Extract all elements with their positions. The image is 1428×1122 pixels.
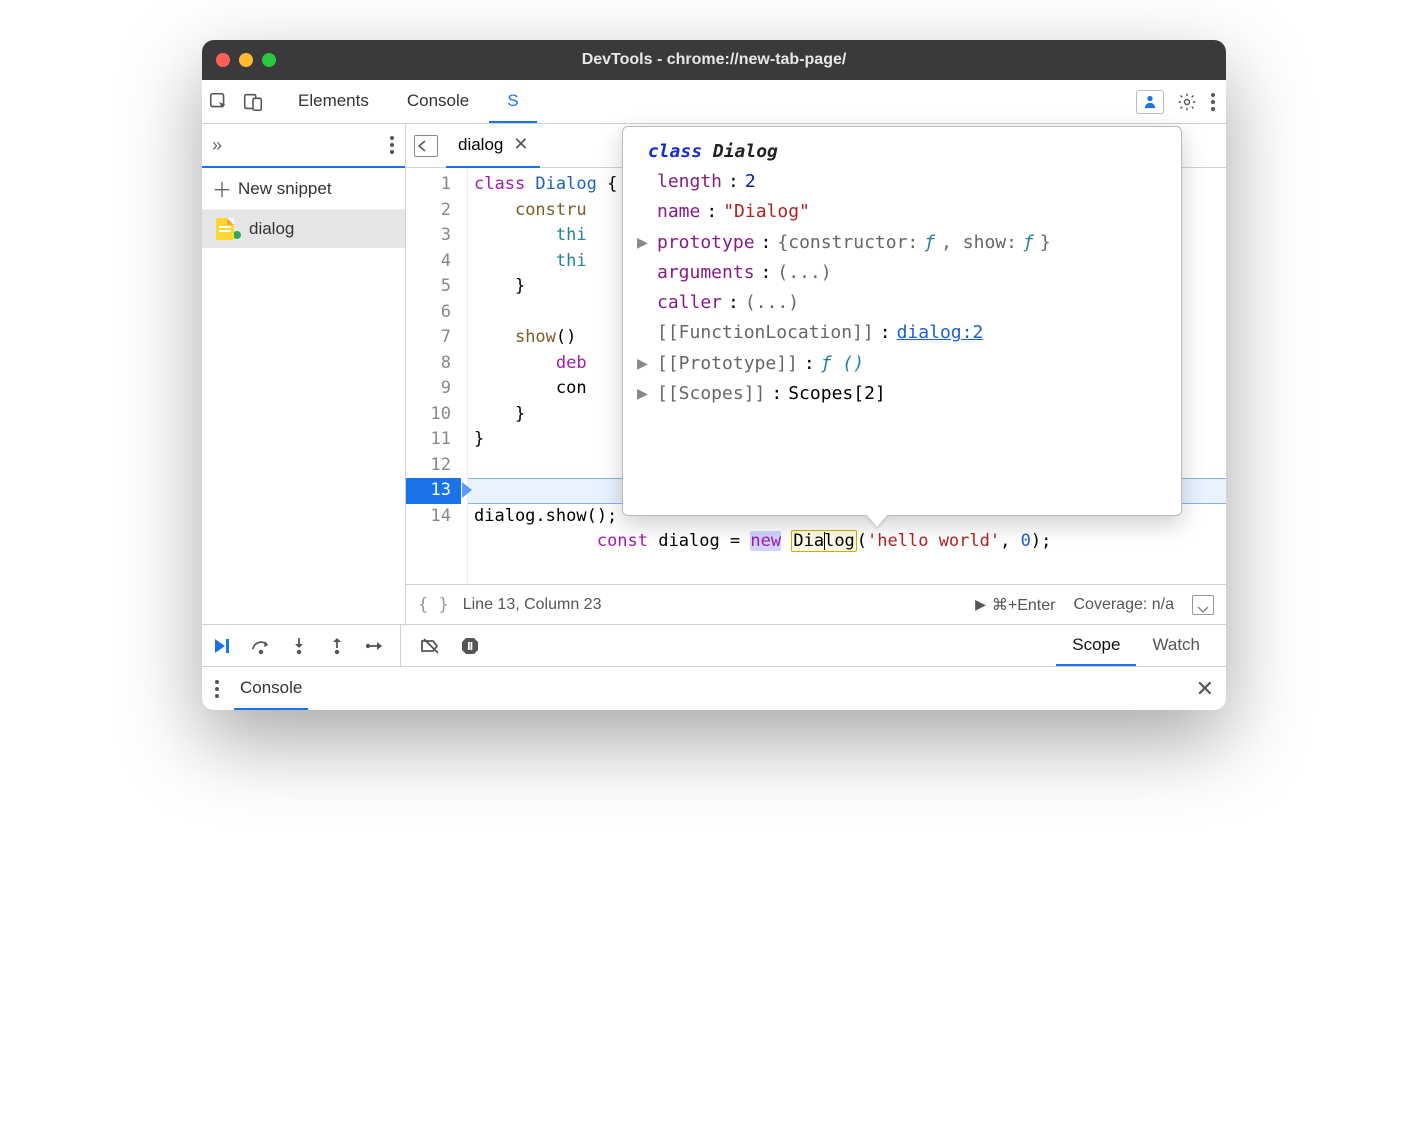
debugger-toolbar: Scope Watch: [202, 624, 1226, 666]
step-out-icon[interactable]: [326, 637, 348, 655]
close-tab-icon[interactable]: ✕: [513, 134, 528, 155]
object-preview-tooltip: class Dialog length: 2 name: "Dialog" ▶p…: [622, 126, 1182, 516]
expand-icon[interactable]: ▶: [637, 379, 651, 409]
close-window-button[interactable]: [216, 53, 230, 67]
new-snippet-button[interactable]: ＋ New snippet: [202, 168, 405, 210]
debug-tab-scope[interactable]: Scope: [1056, 625, 1136, 666]
run-hint[interactable]: ▶ ⌘+Enter: [975, 595, 1055, 615]
deactivate-breakpoints-icon[interactable]: [419, 637, 441, 655]
expand-sidebar-icon[interactable]: »: [212, 135, 222, 156]
toggle-navigator-icon[interactable]: [414, 135, 438, 157]
expand-icon[interactable]: ▶: [637, 228, 651, 258]
minimize-window-button[interactable]: [239, 53, 253, 67]
drawer-more-icon[interactable]: [214, 679, 220, 699]
line-gutter: 1234 5678 9101112 1314: [406, 168, 468, 584]
close-drawer-icon[interactable]: ✕: [1196, 676, 1214, 702]
tab-console[interactable]: Console: [389, 81, 487, 123]
tooltip-header: class Dialog: [637, 137, 1167, 167]
more-icon[interactable]: [1210, 92, 1216, 112]
devtools-window: DevTools - chrome://new-tab-page/ Elemen…: [202, 40, 1226, 710]
snippets-sidebar: » ＋ New snippet dialog: [202, 124, 406, 624]
step-icon[interactable]: [364, 639, 386, 653]
panel-tab-list: Elements Console S: [280, 81, 537, 123]
step-into-icon[interactable]: [288, 637, 310, 655]
snippet-file-icon: [216, 218, 234, 240]
drawer-tab-console[interactable]: Console: [234, 667, 308, 710]
expand-icon[interactable]: ▶: [637, 349, 651, 379]
debug-tab-watch[interactable]: Watch: [1136, 625, 1216, 666]
snippet-file-item[interactable]: dialog: [202, 210, 405, 248]
inspect-element-icon[interactable]: [202, 85, 236, 119]
editor-status-bar: { } Line 13, Column 23 ▶ ⌘+Enter Coverag…: [406, 584, 1226, 624]
step-over-icon[interactable]: [250, 637, 272, 655]
badge[interactable]: [1136, 90, 1164, 114]
device-toggle-icon[interactable]: [236, 85, 270, 119]
coverage-label: Coverage: n/a: [1073, 596, 1174, 614]
maximize-window-button[interactable]: [262, 53, 276, 67]
pause-on-exceptions-icon[interactable]: [459, 637, 481, 655]
new-snippet-label: New snippet: [238, 179, 332, 199]
editor-tab-dialog[interactable]: dialog ✕: [446, 124, 540, 168]
panel-tabs: Elements Console S: [202, 80, 1226, 124]
settings-icon[interactable]: [1170, 85, 1204, 119]
tab-sources[interactable]: S: [489, 81, 536, 123]
cursor-position: Line 13, Column 23: [463, 596, 602, 614]
status-dot-icon: [233, 231, 241, 239]
window-title: DevTools - chrome://new-tab-page/: [202, 51, 1226, 69]
sidebar-more-icon[interactable]: [389, 135, 395, 155]
play-icon: ▶: [975, 596, 986, 613]
execution-pointer-icon: [462, 482, 472, 498]
function-location-link[interactable]: dialog:2: [897, 318, 984, 348]
editor-tab-label: dialog: [458, 135, 503, 155]
resume-icon[interactable]: [212, 637, 234, 655]
console-drawer: Console ✕: [202, 666, 1226, 710]
pretty-print-icon[interactable]: { }: [418, 595, 449, 615]
traffic-lights: [216, 53, 276, 67]
coverage-toggle-icon[interactable]: [1192, 595, 1214, 615]
titlebar: DevTools - chrome://new-tab-page/: [202, 40, 1226, 80]
snippet-file-label: dialog: [249, 219, 294, 239]
tab-elements[interactable]: Elements: [280, 81, 387, 123]
plus-icon: ＋: [212, 174, 232, 203]
hover-token[interactable]: Dialog: [791, 530, 856, 552]
